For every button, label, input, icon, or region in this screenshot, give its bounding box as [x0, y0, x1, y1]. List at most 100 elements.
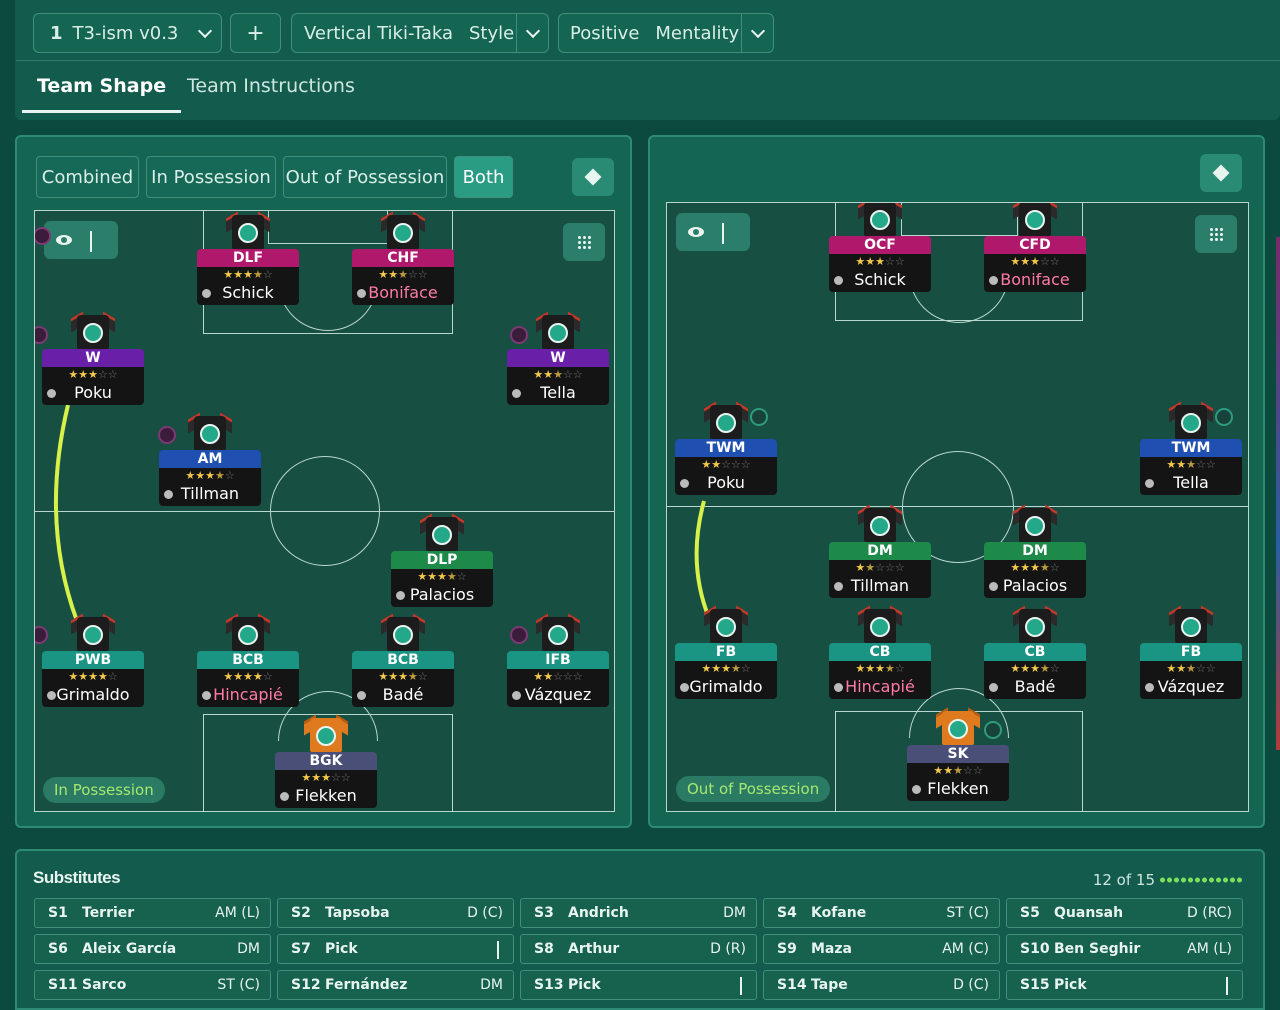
player-card[interactable]: CB ★★★★☆ Hincapié: [829, 605, 931, 699]
substitute-slot[interactable]: S9 Maza AM (C): [763, 934, 1000, 964]
formation-options-button[interactable]: [572, 158, 614, 196]
sub-slot-number: S12: [291, 977, 321, 993]
sub-slot-number: S4: [777, 905, 797, 921]
player-name: Tella: [1140, 473, 1242, 495]
player-card[interactable]: DM ★★☆☆☆ Tillman: [829, 504, 931, 598]
substitute-slot[interactable]: S6 Aleix García DM: [34, 934, 271, 964]
substitute-slot[interactable]: S8 Arthur D (R): [520, 934, 757, 964]
player-card[interactable]: IFB ★★☆☆☆ Vázquez: [507, 613, 609, 707]
substitute-slot[interactable]: S4 Kofane ST (C): [763, 898, 1000, 928]
player-card[interactable]: CHF ★★★☆☆ Boniface: [352, 211, 454, 305]
player-name: Vázquez: [507, 685, 609, 707]
player-card[interactable]: DM ★★★★☆ Palacios: [984, 504, 1086, 598]
visibility-dropdown[interactable]: [676, 213, 750, 251]
role-rating-stars: ★★★★☆: [197, 669, 299, 685]
player-name: Palacios: [391, 585, 493, 607]
tab-team-instructions[interactable]: Team Instructions: [187, 75, 355, 97]
player-role: FB: [675, 643, 777, 661]
sub-slot-number: S9: [777, 941, 797, 957]
tactic-dropdown[interactable]: 1 T3-ism v0.3: [33, 13, 222, 53]
player-card[interactable]: TWM ★★★☆☆ Tella: [1140, 401, 1242, 495]
sub-player-name: Ben Seghir: [1054, 941, 1141, 957]
player-card[interactable]: BCB ★★★★☆ Badé: [352, 613, 454, 707]
player-status-indicator: [750, 408, 768, 426]
chevron-down-icon[interactable]: [516, 14, 548, 52]
mentality-dropdown[interactable]: Positive Mentality: [558, 13, 774, 53]
player-card[interactable]: W ★★★☆☆ Poku: [42, 311, 144, 405]
player-card[interactable]: BCB ★★★★☆ Hincapié: [197, 613, 299, 707]
player-status-indicator: [510, 326, 528, 344]
player-card[interactable]: FB ★★★★☆ Grimaldo: [675, 605, 777, 699]
substitute-slot[interactable]: S5 Quansah D (RC): [1006, 898, 1243, 928]
eye-icon: [56, 235, 72, 245]
club-badge-icon: [238, 625, 258, 645]
substitute-slot[interactable]: S13 Pick: [520, 970, 757, 1000]
player-card[interactable]: DLF ★★★★☆ Schick: [197, 211, 299, 305]
substitutes-panel: Substitutes 12 of 15 S1 Terrier AM (L) S2 Ta…: [15, 849, 1265, 1010]
player-card[interactable]: DLP ★★★★☆ Palacios: [391, 513, 493, 607]
tab-team-shape[interactable]: Team Shape: [21, 75, 182, 113]
sub-player-position: DM: [723, 905, 746, 921]
shirt-icon: [858, 504, 902, 544]
substitute-slot[interactable]: S15 Pick: [1006, 970, 1243, 1000]
formation-options-button[interactable]: [1200, 154, 1242, 192]
substitute-slot[interactable]: S10 Ben Seghir AM (L): [1006, 934, 1243, 964]
shirt-icon: [1013, 605, 1057, 645]
player-name: Poku: [42, 383, 144, 405]
chevron-down-icon[interactable]: [189, 14, 221, 52]
substitutes-count: 12 of 15: [1092, 871, 1155, 889]
substitute-slot[interactable]: S7 Pick: [277, 934, 514, 964]
club-badge-icon: [716, 413, 736, 433]
substitute-slot[interactable]: S14 Tape D (C): [763, 970, 1000, 1000]
add-tactic-button[interactable]: +: [230, 13, 281, 53]
player-card[interactable]: W ★★★☆☆ Tella: [507, 311, 609, 405]
shirt-icon: [536, 311, 580, 351]
sub-slot-number: S1: [48, 905, 68, 921]
style-dropdown[interactable]: Vertical Tiki-Taka Style: [291, 13, 549, 53]
club-badge-icon: [548, 625, 568, 645]
player-status-indicator: [510, 626, 528, 644]
player-card[interactable]: CB ★★★★☆ Badé: [984, 605, 1086, 699]
shirt-icon: [381, 211, 425, 251]
substitute-slot[interactable]: S3 Andrich DM: [520, 898, 757, 928]
player-card[interactable]: TWM ★★☆☆☆ Poku: [675, 401, 777, 495]
player-card[interactable]: BGK ★★★☆☆ Flekken: [275, 714, 377, 808]
player-card[interactable]: SK ★★★☆☆ Flekken: [907, 707, 1009, 801]
chevron-down-icon[interactable]: [741, 14, 773, 52]
player-card[interactable]: CFD ★★★☆☆ Boniface: [984, 203, 1086, 292]
player-role: BGK: [275, 752, 377, 770]
role-rating-stars: ★★★★☆: [197, 267, 299, 283]
player-card[interactable]: FB ★★★☆☆ Vázquez: [1140, 605, 1242, 699]
grid-view-button[interactable]: [1195, 215, 1237, 253]
player-role: W: [42, 349, 144, 367]
player-name: Grimaldo: [675, 677, 777, 699]
filter-out-of-possession[interactable]: Out of Possession: [283, 156, 447, 198]
role-rating-stars: ★★★☆☆: [275, 770, 377, 786]
filter-both[interactable]: Both: [454, 156, 513, 198]
club-badge-icon: [1181, 413, 1201, 433]
shirt-icon: [536, 613, 580, 653]
substitute-slot[interactable]: S1 Terrier AM (L): [34, 898, 271, 928]
player-card[interactable]: PWB ★★★★☆ Grimaldo: [42, 613, 144, 707]
shirt-icon: [381, 613, 425, 653]
chevron-down-icon[interactable]: [740, 977, 742, 993]
substitute-slot[interactable]: S11 Sarco ST (C): [34, 970, 271, 1000]
sub-slot-number: S10: [1020, 941, 1050, 957]
filter-combined[interactable]: Combined: [36, 156, 139, 198]
visibility-dropdown[interactable]: [44, 221, 118, 259]
player-role: SK: [907, 745, 1009, 763]
player-card[interactable]: OCF ★★★☆☆ Schick: [829, 203, 931, 292]
player-role: DM: [984, 542, 1086, 560]
sub-player-name: Kofane: [811, 905, 867, 921]
filter-in-possession[interactable]: In Possession: [146, 156, 276, 198]
player-card[interactable]: AM ★★★★☆ Tillman: [159, 412, 261, 506]
chevron-down-icon[interactable]: [1226, 977, 1228, 993]
shirt-icon: [1169, 401, 1213, 441]
sub-slot-number: S14: [777, 977, 807, 993]
player-name: Flekken: [907, 779, 1009, 801]
role-rating-stars: ★★★☆☆: [1140, 457, 1242, 473]
grid-view-button[interactable]: [563, 223, 605, 261]
substitute-slot[interactable]: S2 Tapsoba D (C): [277, 898, 514, 928]
substitute-slot[interactable]: S12 Fernández DM: [277, 970, 514, 1000]
chevron-down-icon[interactable]: [497, 941, 499, 957]
